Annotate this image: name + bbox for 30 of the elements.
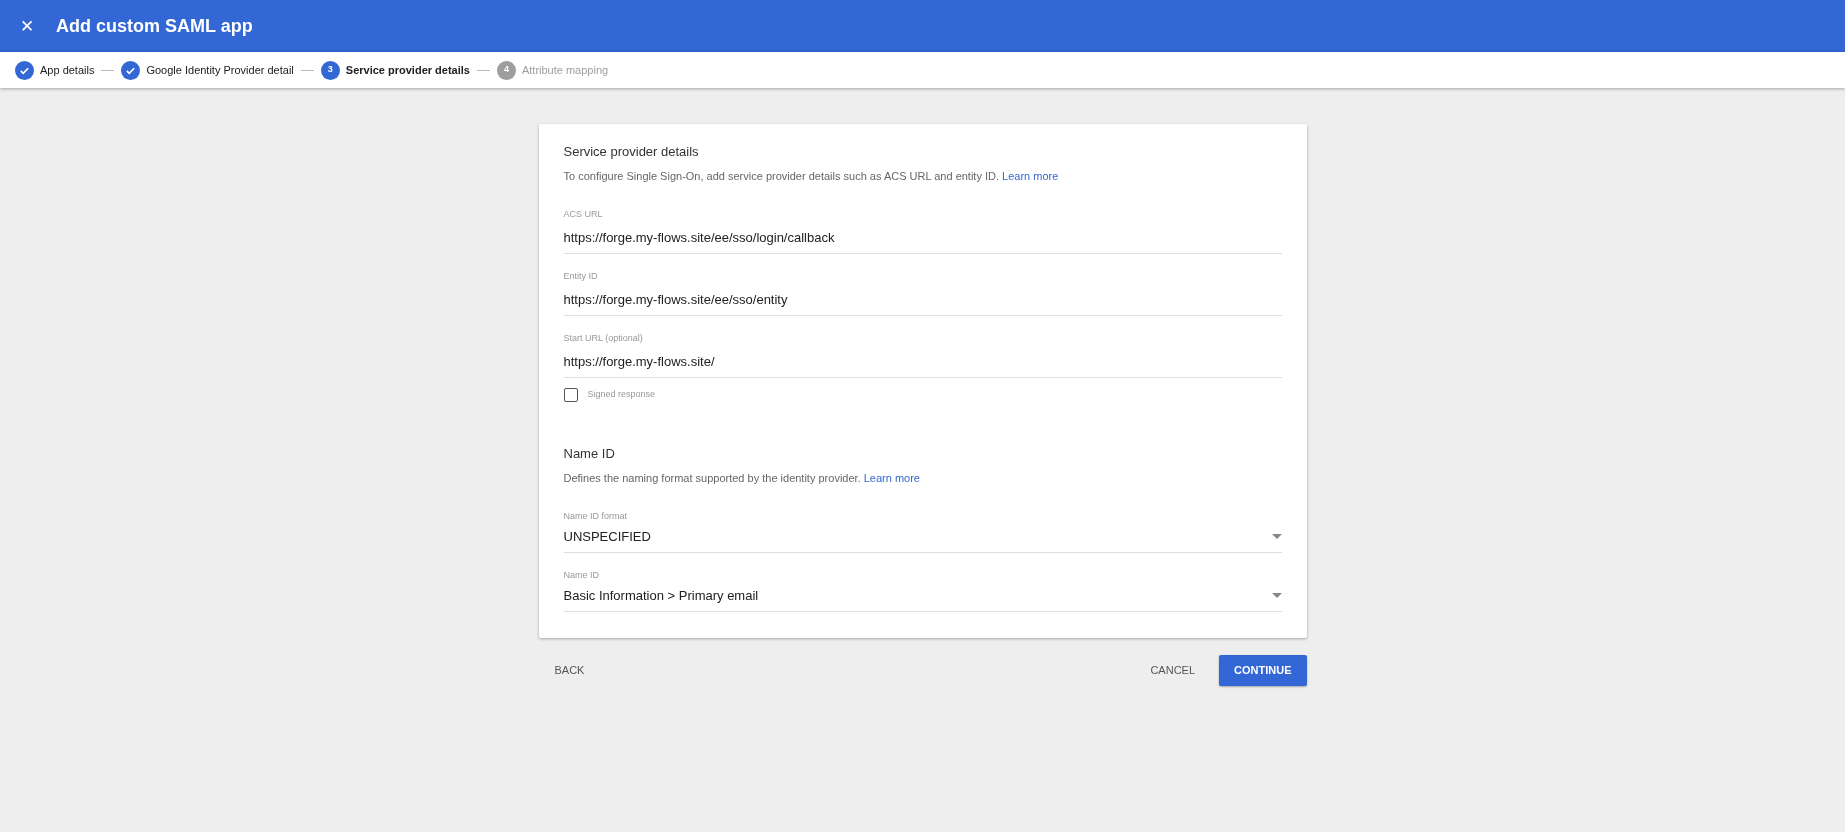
back-button[interactable]: BACK: [538, 656, 601, 685]
learn-more-link[interactable]: Learn more: [1002, 169, 1059, 182]
input-field[interactable]: https://forge.my-flows.site/: [563, 351, 1282, 379]
input-field[interactable]: https://forge.my-flows.site/ee/sso/login/callback: [563, 227, 1282, 255]
field-label: Entity ID: [563, 270, 599, 284]
field-label: ACS URL: [563, 208, 604, 222]
step-label[interactable]: Service provider details: [345, 61, 470, 79]
continue-button[interactable]: CONTINUE: [1219, 655, 1307, 686]
section-description: Defines the naming format supported by the identity provider. Learn more: [563, 470, 921, 486]
dropdown-field[interactable]: Basic Information > Primary email: [563, 585, 1282, 613]
dropdown-field[interactable]: UNSPECIFIED: [563, 526, 1282, 554]
section-title: Service provider details: [563, 144, 700, 160]
step-number: 3: [320, 60, 340, 80]
learn-more-link[interactable]: Learn more: [863, 471, 920, 484]
dropdown-caret-icon: [1271, 592, 1282, 598]
step-label[interactable]: Google Identity Provider detail: [146, 61, 294, 79]
step-number: 4: [496, 60, 516, 80]
page-title: Add custom SAML app: [56, 14, 253, 38]
cancel-button[interactable]: CANCEL: [1134, 656, 1212, 685]
field-label: Name ID: [563, 569, 600, 583]
checkbox-label: Signed response: [587, 388, 656, 402]
step-label[interactable]: App details: [40, 61, 95, 79]
section-description: To configure Single Sign-On, add service provider details such as ACS URL and entity ID. Learn more: [563, 168, 1060, 184]
dropdown-caret-icon: [1271, 533, 1282, 539]
close-button[interactable]: ✕: [14, 17, 40, 35]
input-field[interactable]: https://forge.my-flows.site/ee/sso/entity: [563, 289, 1282, 317]
checkbox[interactable]: [563, 388, 578, 403]
field-label: Name ID format: [563, 510, 628, 524]
section-title: Name ID: [563, 446, 616, 462]
field-label: Start URL (optional): [563, 332, 644, 346]
